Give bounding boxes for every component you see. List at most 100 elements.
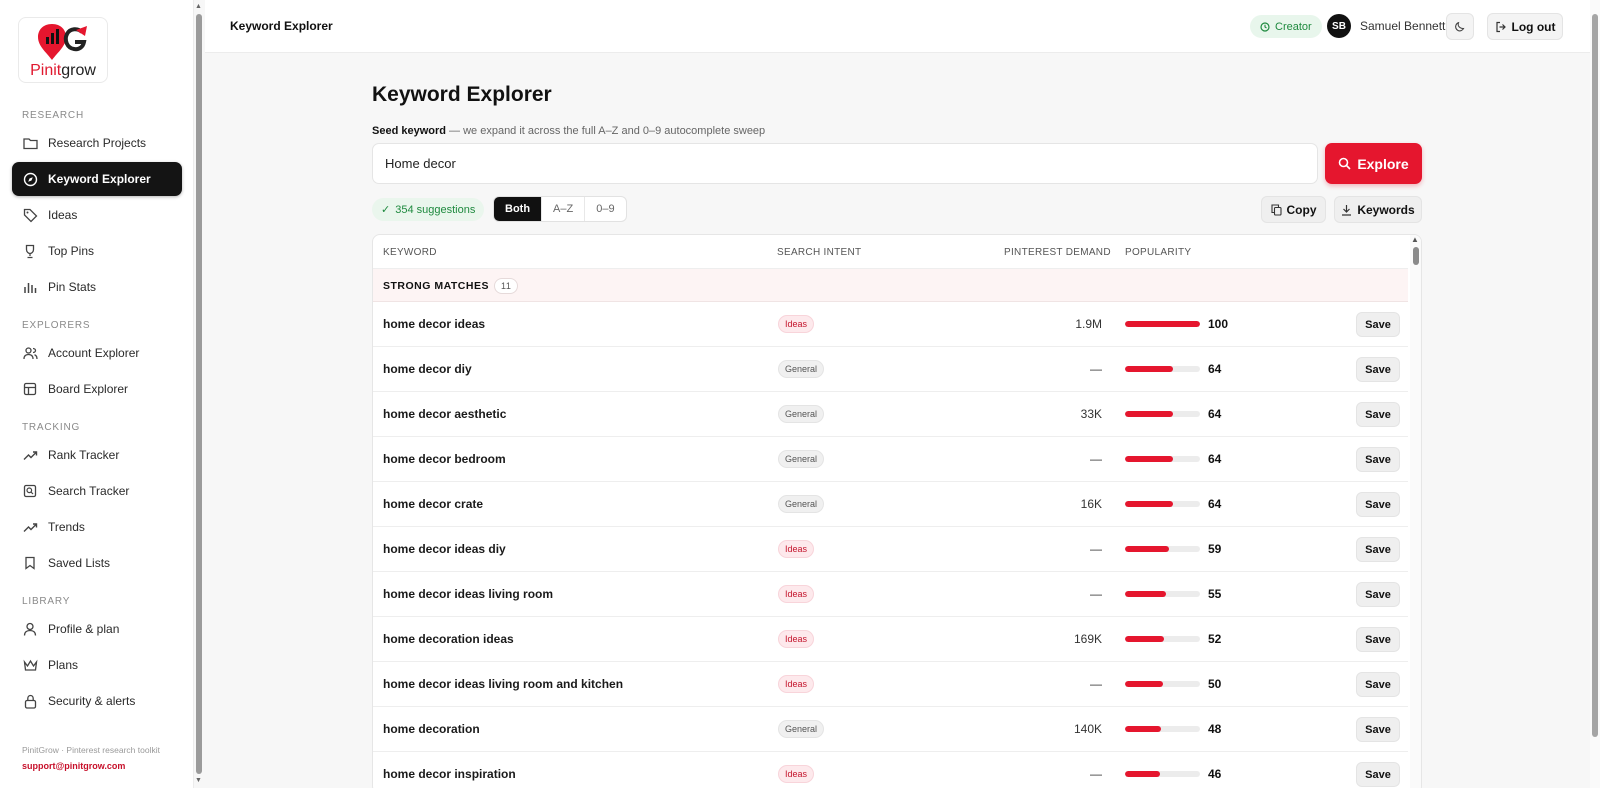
sidebar-item-saved-lists[interactable]: Saved Lists bbox=[12, 546, 182, 580]
sidebar-item-top-pins[interactable]: Top Pins bbox=[12, 234, 182, 268]
table-row[interactable]: home decor ideas living room Ideas — 55 Save bbox=[373, 572, 1408, 617]
table-row[interactable]: home decor ideas living room and kitchen… bbox=[373, 662, 1408, 707]
intent-badge: Ideas bbox=[778, 315, 815, 333]
sidebar-item-keyword-explorer[interactable]: Keyword Explorer bbox=[12, 162, 182, 196]
logout-label: Log out bbox=[1511, 19, 1556, 34]
column-header-demand[interactable]: PINTEREST DEMAND bbox=[1004, 247, 1111, 258]
save-button[interactable]: Save bbox=[1356, 492, 1400, 517]
keyword-table: KEYWORD SEARCH INTENT PINTEREST DEMAND P… bbox=[372, 234, 1422, 788]
column-header-intent[interactable]: SEARCH INTENT bbox=[777, 247, 861, 258]
popularity-bar-fill bbox=[1125, 321, 1200, 327]
save-button[interactable]: Save bbox=[1356, 402, 1400, 427]
table-row[interactable]: home decoration General 140K 48 Save bbox=[373, 707, 1408, 752]
demand-cell: — bbox=[1090, 677, 1102, 691]
save-button[interactable]: Save bbox=[1356, 447, 1400, 472]
search-icon bbox=[1339, 157, 1351, 170]
sidebar-item-label: Keyword Explorer bbox=[48, 172, 151, 186]
column-header-keyword[interactable]: KEYWORD bbox=[383, 247, 437, 258]
save-button[interactable]: Save bbox=[1356, 357, 1400, 382]
save-button[interactable]: Save bbox=[1356, 582, 1400, 607]
popularity-bar bbox=[1125, 366, 1200, 372]
table-row[interactable]: home decor aesthetic General 33K 64 Save bbox=[373, 392, 1408, 437]
popularity-bar bbox=[1125, 321, 1200, 327]
scroll-down-icon[interactable]: ▼ bbox=[195, 777, 202, 784]
compass-icon bbox=[22, 171, 38, 187]
trending-icon bbox=[22, 447, 38, 463]
save-button[interactable]: Save bbox=[1356, 312, 1400, 337]
explore-label: Explore bbox=[1357, 155, 1409, 172]
crown-icon bbox=[22, 657, 38, 673]
popularity-bar bbox=[1125, 681, 1200, 687]
seed-keyword-input[interactable] bbox=[372, 143, 1318, 184]
sidebar-scrollbar[interactable] bbox=[196, 14, 202, 774]
sidebar-item-rank-tracker[interactable]: Rank Tracker bbox=[12, 438, 182, 472]
save-button[interactable]: Save bbox=[1356, 672, 1400, 697]
table-row[interactable]: home decor ideas Ideas 1.9M 100 Save bbox=[373, 302, 1408, 347]
table-row[interactable]: home decor inspiration Ideas — 46 Save bbox=[373, 752, 1408, 788]
logout-button[interactable]: Log out bbox=[1487, 13, 1563, 40]
table-scroll-up-icon[interactable]: ▲ bbox=[1411, 235, 1419, 244]
table-row[interactable]: home decor bedroom General — 64 Save bbox=[373, 437, 1408, 482]
top-bar: Keyword Explorer Creator SB Samuel Benne… bbox=[205, 0, 1590, 53]
popularity-value: 50 bbox=[1208, 677, 1222, 691]
sidebar-item-trends[interactable]: Trends bbox=[12, 510, 182, 544]
table-scrollbar-track bbox=[1410, 235, 1421, 788]
explore-button[interactable]: Explore bbox=[1325, 143, 1422, 184]
logo-text: Pinitgrow bbox=[30, 62, 96, 79]
sidebar-item-board-explorer[interactable]: Board Explorer bbox=[12, 372, 182, 406]
column-header-popularity[interactable]: POPULARITY bbox=[1125, 247, 1191, 258]
popularity-bar-fill bbox=[1125, 636, 1164, 642]
table-row[interactable]: home decor ideas diy Ideas — 59 Save bbox=[373, 527, 1408, 572]
sidebar-item-security-alerts[interactable]: Security & alerts bbox=[12, 684, 182, 718]
save-button[interactable]: Save bbox=[1356, 537, 1400, 562]
theme-toggle-button[interactable] bbox=[1446, 13, 1474, 40]
table-header: KEYWORD SEARCH INTENT PINTEREST DEMAND P… bbox=[373, 235, 1408, 269]
save-button[interactable]: Save bbox=[1356, 762, 1400, 787]
save-button[interactable]: Save bbox=[1356, 717, 1400, 742]
keyword-cell: home decor ideas living room and kitchen bbox=[383, 677, 624, 691]
sidebar-item-search-tracker[interactable]: Search Tracker bbox=[12, 474, 182, 508]
demand-cell: — bbox=[1090, 587, 1102, 601]
sidebar-item-ideas[interactable]: Ideas bbox=[12, 198, 182, 232]
intent-badge: Ideas bbox=[778, 540, 815, 558]
moon-icon bbox=[1455, 21, 1465, 31]
popularity-bar-fill bbox=[1125, 456, 1173, 462]
intent-badge: General bbox=[778, 405, 825, 423]
filter-0-9[interactable]: 0–9 bbox=[584, 197, 625, 221]
sidebar-item-research-projects[interactable]: Research Projects bbox=[12, 126, 182, 160]
popularity-bar-fill bbox=[1125, 726, 1161, 732]
filter-a-z[interactable]: A–Z bbox=[541, 197, 584, 221]
popularity-bar bbox=[1125, 501, 1200, 507]
popularity-bar-fill bbox=[1125, 771, 1160, 777]
popularity-value: 64 bbox=[1208, 452, 1222, 466]
group-header-strong-matches: STRONG MATCHES 11 bbox=[373, 269, 1408, 302]
check-icon: ✓ bbox=[381, 204, 391, 216]
copy-button[interactable]: Copy bbox=[1261, 196, 1326, 223]
sidebar-item-plans[interactable]: Plans bbox=[12, 648, 182, 682]
sidebar-item-label: Research Projects bbox=[48, 136, 147, 150]
popularity-value: 59 bbox=[1208, 542, 1222, 556]
sidebar-item-label: Security & alerts bbox=[48, 694, 136, 708]
support-email-link[interactable]: support@pinitgrow.com bbox=[22, 761, 125, 771]
app-logo[interactable]: Pinitgrow bbox=[18, 17, 108, 83]
download-keywords-button[interactable]: Keywords bbox=[1334, 196, 1422, 223]
filter-both[interactable]: Both bbox=[494, 197, 542, 221]
save-button[interactable]: Save bbox=[1356, 627, 1400, 652]
sidebar-item-label: Search Tracker bbox=[48, 484, 130, 498]
avatar[interactable]: SB bbox=[1327, 14, 1351, 38]
sidebar-item-pin-stats[interactable]: Pin Stats bbox=[12, 270, 182, 304]
sidebar-item-label: Board Explorer bbox=[48, 382, 129, 396]
section-label-research: RESEARCH bbox=[22, 110, 84, 121]
table-row[interactable]: home decor diy General — 64 Save bbox=[373, 347, 1408, 392]
sidebar-item-profile-plan[interactable]: Profile & plan bbox=[12, 612, 182, 646]
logo-icon bbox=[38, 24, 87, 60]
table-scrollbar[interactable] bbox=[1413, 247, 1419, 265]
popularity-bar bbox=[1125, 456, 1200, 462]
table-row[interactable]: home decor crate General 16K 64 Save bbox=[373, 482, 1408, 527]
sidebar-item-account-explorer[interactable]: Account Explorer bbox=[12, 336, 182, 370]
popularity-bar-fill bbox=[1125, 546, 1170, 552]
table-row[interactable]: home decoration ideas Ideas 169K 52 Save bbox=[373, 617, 1408, 662]
sidebar-item-label: Account Explorer bbox=[48, 346, 140, 360]
scroll-up-icon[interactable]: ▲ bbox=[195, 3, 202, 10]
main-scrollbar[interactable] bbox=[1592, 14, 1598, 737]
